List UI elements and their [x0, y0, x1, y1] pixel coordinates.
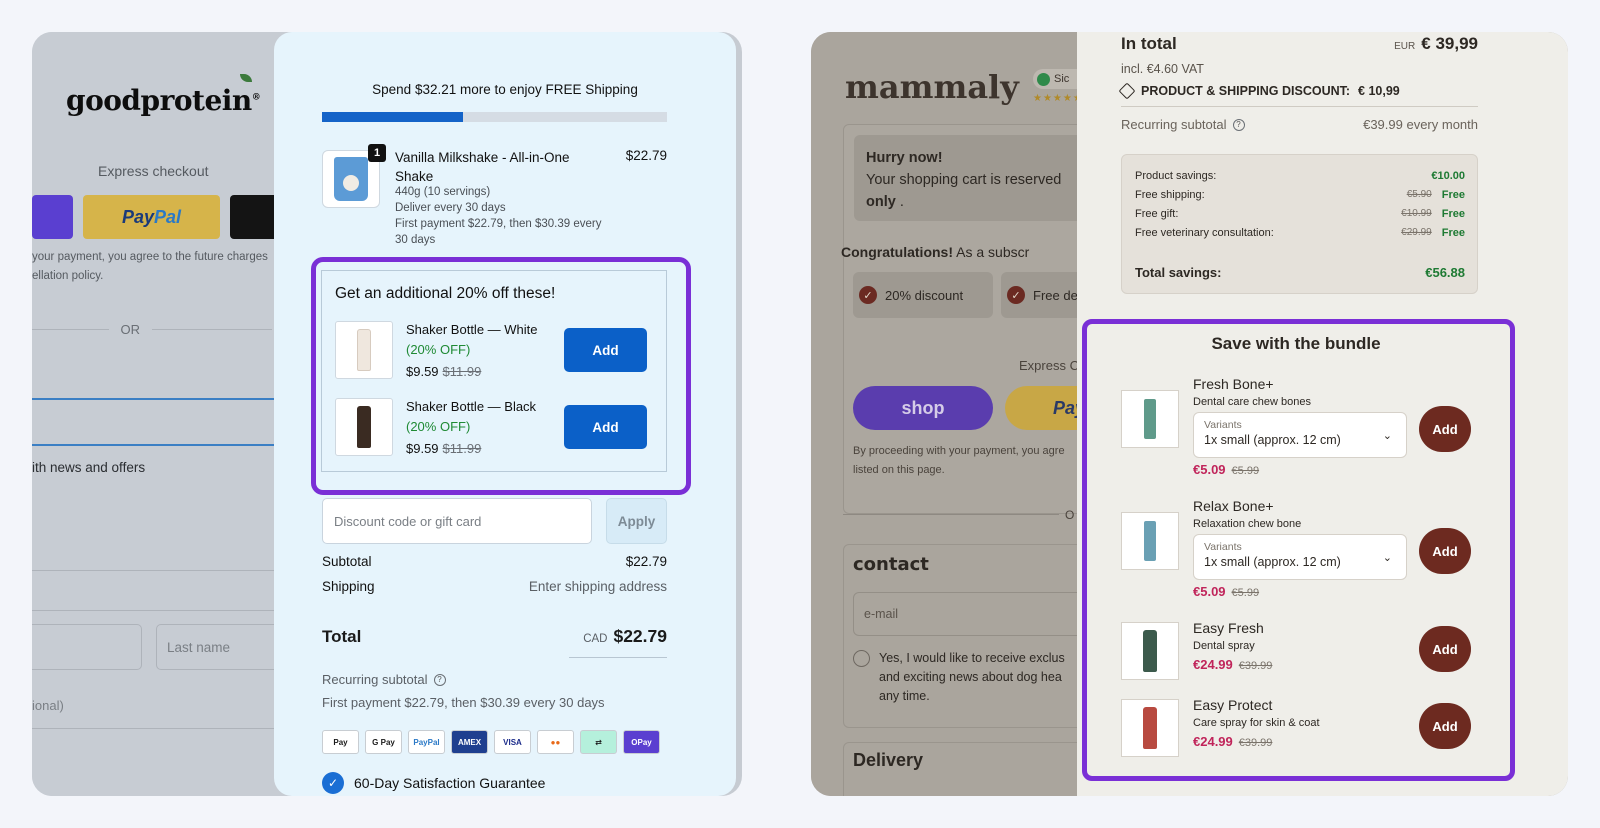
rating-stars: ★★★★★	[1033, 93, 1083, 104]
savings-row: Free gift: €10.99 Free	[1135, 208, 1465, 220]
check-icon: ✓	[859, 286, 877, 304]
shop-pay-button[interactable]: shop	[853, 386, 993, 430]
savings-row: Free veterinary consultation: €29.99 Free	[1135, 227, 1465, 239]
free-shipping-message: Spend $32.21 more to enjoy FREE Shipping	[372, 82, 638, 97]
divider	[32, 610, 302, 611]
google-pay-icon: G Pay	[365, 730, 402, 754]
quantity-badge: 1	[368, 144, 386, 162]
amex-icon: AMEX	[451, 730, 488, 754]
tag-icon	[1118, 82, 1136, 100]
paypal-button[interactable]: Pay Pal	[83, 195, 220, 239]
or-divider: OR	[32, 322, 272, 337]
product-servings: 440g (10 servings)	[395, 186, 491, 198]
apply-button[interactable]: Apply	[606, 498, 667, 544]
afterpay-icon: ⇄	[580, 730, 617, 754]
payment-fine-print: By proceeding with your payment, you agr…	[853, 445, 1065, 476]
first-payment-note: First payment $22.79, then $30.39 every …	[322, 695, 605, 710]
product-payment-note: First payment $22.79, then $30.39 every …	[395, 218, 602, 246]
guarantee: ✓ 60-Day Satisfaction Guarantee	[322, 772, 545, 794]
hurry-notice: Hurry now! Your shopping cart is reserve…	[854, 135, 1104, 221]
or-divider: O	[1065, 508, 1075, 522]
vat-note: incl. €4.60 VAT	[1121, 62, 1204, 76]
product-name: Vanilla Milkshake - All-in-One Shake	[395, 150, 570, 184]
shipping-progress-fill	[322, 112, 464, 122]
divider	[32, 728, 302, 729]
protein-bag-icon	[334, 157, 368, 201]
payment-fine-print: your payment, you agree to the future ch…	[32, 251, 268, 282]
apple-pay-icon: Pay	[322, 730, 359, 754]
express-checkout-label: Express C	[1019, 358, 1079, 373]
divider	[843, 514, 1059, 515]
newsletter-label: Yes, I would like to receive exclus and …	[879, 651, 1065, 703]
total-row: In total EUR € 39,99	[1121, 34, 1478, 53]
check-icon: ✓	[1007, 286, 1025, 304]
upsell-highlight	[311, 257, 691, 495]
paypal-icon: PayPal	[408, 730, 445, 754]
input-border	[32, 398, 302, 400]
mastercard-icon: ●●	[537, 730, 574, 754]
first-name-field[interactable]	[32, 624, 142, 670]
bundle-highlight	[1082, 319, 1515, 781]
savings-row: Product savings: €10.00	[1135, 170, 1465, 182]
recurring-subtotal: Recurring subtotal?	[322, 672, 446, 687]
perk-chip: ✓ 20% discount	[853, 272, 993, 318]
shop-pay-icon: OPay	[623, 730, 660, 754]
mammaly-logo: mammaly	[845, 68, 1019, 106]
subtotal-row: Subtotal $22.79	[322, 554, 667, 569]
divider	[1121, 106, 1478, 107]
discount-summary: PRODUCT & SHIPPING DISCOUNT: € 10,99	[1118, 82, 1400, 100]
congratulations-text: Congratulations! As a subscr	[841, 244, 1030, 260]
divider	[32, 570, 302, 571]
contact-heading: contact	[853, 554, 929, 575]
leaf-icon	[240, 74, 253, 82]
divider	[569, 657, 667, 658]
recurring-subtotal: Recurring subtotal? €39.99 every month	[1121, 117, 1478, 132]
optional-field-label: ional)	[32, 698, 64, 713]
express-checkout-label: Express checkout	[98, 163, 209, 179]
payment-methods: Pay G Pay PayPal AMEX VISA ●● ⇄ OPay	[322, 730, 660, 754]
savings-row: Free shipping: €5.90 Free	[1135, 189, 1465, 201]
news-offers-label[interactable]: ith news and offers	[32, 460, 145, 475]
product-price: $22.79	[625, 148, 667, 163]
total-row: Total CAD $22.79	[322, 626, 667, 646]
discount-code-input[interactable]: Discount code or gift card	[322, 498, 592, 544]
help-icon[interactable]: ?	[1232, 118, 1245, 131]
newsletter-checkbox[interactable]	[853, 650, 870, 667]
shipping-progress-bar	[322, 112, 667, 122]
shield-icon	[1037, 72, 1050, 86]
help-icon[interactable]: ?	[433, 673, 446, 686]
delivery-heading: Delivery	[853, 750, 924, 770]
savings-box: Product savings: €10.00 Free shipping: €5.…	[1121, 154, 1478, 294]
email-field[interactable]: e-mail	[853, 592, 1093, 636]
goodprotein-logo: goodprotein®	[66, 74, 261, 117]
shipping-row: Shipping Enter shipping address	[322, 579, 667, 594]
input-border	[32, 444, 302, 446]
total-savings: Total savings: €56.88	[1135, 265, 1465, 280]
shop-pay-button[interactable]	[32, 195, 73, 239]
product-delivery: Deliver every 30 days	[395, 202, 506, 214]
guarantee-badge-icon: ✓	[322, 772, 344, 794]
visa-icon: VISA	[494, 730, 531, 754]
